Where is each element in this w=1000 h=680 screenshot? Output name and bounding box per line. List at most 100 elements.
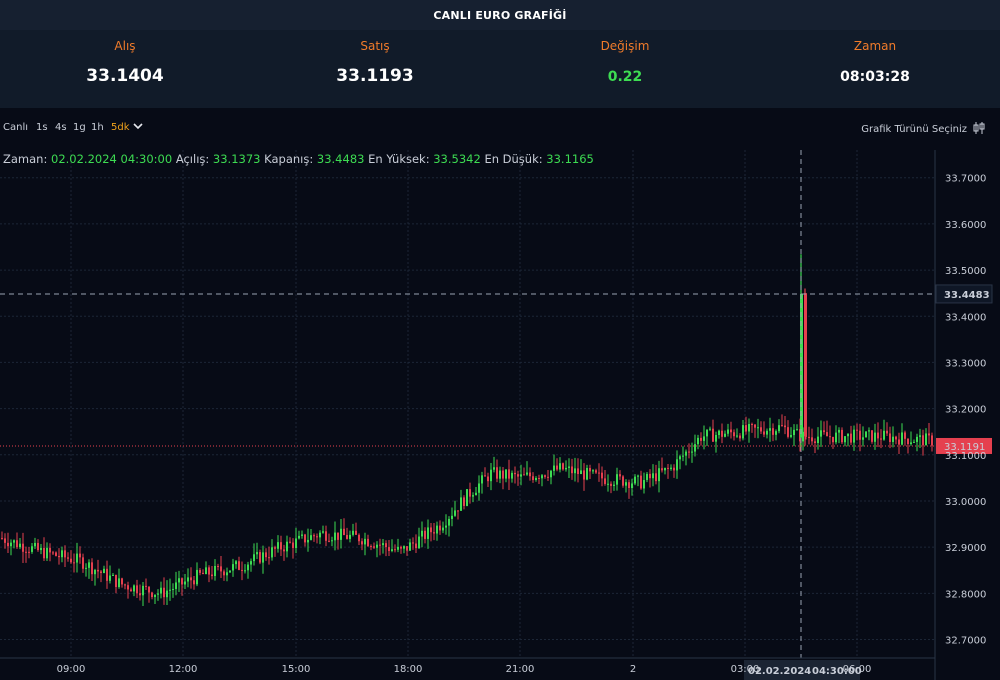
candle-body [658, 468, 660, 482]
candle-body [772, 428, 774, 435]
candle-body [238, 561, 240, 570]
candle-body [463, 497, 465, 506]
candle-body [319, 532, 321, 538]
candle-body [829, 436, 831, 438]
candle-body [514, 472, 516, 475]
candle-body [169, 589, 171, 591]
timeframe-4s[interactable]: 4s [55, 122, 67, 133]
y-tick-label: 33.6000 [945, 220, 986, 231]
candle-body [814, 441, 816, 444]
candle-body [532, 476, 534, 480]
candle-body [157, 593, 159, 595]
candle-body [694, 444, 696, 452]
candle-body [886, 430, 888, 434]
candle-body [103, 568, 105, 573]
candle-body [49, 547, 51, 553]
chart-toolbar: Canlı 1s 4s 1g 1h 5dk Grafik Türünü Seçi… [0, 118, 1000, 140]
candle-body [85, 567, 87, 569]
x-tick-label: 2 [630, 664, 636, 675]
timeframe-live[interactable]: Canlı [3, 122, 28, 133]
candle-body [604, 478, 606, 484]
candle-body [529, 472, 531, 477]
candle-body [349, 534, 351, 539]
candle-body [715, 435, 717, 442]
quote-ask: Satış 33.1193 [250, 30, 500, 108]
candle-body [64, 550, 66, 558]
candle-body [184, 581, 186, 585]
timeframe-5dk[interactable]: 5dk [111, 122, 130, 133]
candle-body [385, 543, 387, 548]
timeframe-1g[interactable]: 1g [73, 122, 86, 133]
candle-body [826, 432, 828, 437]
candle-body [823, 430, 825, 433]
candle-body [856, 429, 858, 431]
candle-body [403, 546, 405, 549]
candle-body [271, 547, 273, 558]
candle-body [7, 542, 9, 547]
bid-value: 33.1404 [86, 66, 164, 86]
candle-body [190, 577, 192, 581]
candle-body [118, 578, 120, 588]
candle-body [241, 569, 243, 571]
candle-body [607, 483, 609, 485]
candle-body [91, 562, 93, 575]
price-chart[interactable]: 33.448333.119102.02.2024 04:30:00 33.7000… [0, 150, 1000, 680]
candle-body [418, 536, 420, 549]
candle-body [220, 566, 222, 572]
candle-body [199, 569, 201, 573]
x-tick-label: 09:00 [57, 664, 86, 675]
candle-body [286, 541, 288, 552]
y-tick-label: 33.2000 [945, 405, 986, 416]
candle-body [289, 541, 291, 543]
candle-body [187, 577, 189, 582]
candle-body [163, 587, 165, 598]
candle-body [682, 455, 684, 457]
candle-body [145, 585, 147, 587]
candle-body [586, 467, 588, 480]
candle-body [31, 546, 33, 552]
candle-body [280, 542, 282, 550]
candle-body [262, 552, 264, 563]
candle-body [346, 534, 348, 539]
candle-body [919, 435, 921, 437]
candle-body [841, 429, 843, 443]
candle-body [871, 430, 873, 442]
timeframe-1s[interactable]: 1s [36, 122, 48, 133]
candle-body [127, 585, 129, 590]
timeframe-1h[interactable]: 1h [91, 122, 104, 133]
time-value: 08:03:28 [840, 69, 910, 85]
y-tick-label: 33.4000 [945, 312, 986, 323]
candle-body [787, 427, 789, 437]
candle-body [901, 432, 903, 445]
candle-body [862, 437, 864, 440]
chart-type-selector[interactable]: Grafik Türünü Seçiniz [861, 121, 986, 138]
candle-body [472, 495, 474, 497]
candle-body [466, 489, 468, 506]
candle-body [445, 525, 447, 528]
y-tick-label: 33.3000 [945, 358, 986, 369]
candle-body [712, 428, 714, 442]
candle-body [106, 568, 108, 581]
candle-body [859, 430, 861, 440]
candle-body [268, 557, 270, 559]
candle-body [112, 574, 114, 576]
candle-body [406, 546, 408, 551]
candle-body [10, 542, 12, 547]
candle-body [202, 572, 204, 575]
candle-body [337, 532, 339, 540]
bid-label: Alış [114, 39, 136, 53]
candle-body [505, 469, 507, 479]
candle-body [724, 433, 726, 437]
candle-body [265, 552, 267, 558]
candle-body [904, 432, 906, 439]
candle-body [646, 473, 648, 481]
candle-body [520, 474, 522, 477]
candle-body [892, 436, 894, 442]
ohlc-open-label: Açılış: [175, 152, 210, 166]
candle-body [448, 518, 450, 526]
candle-body [409, 542, 411, 551]
candle-body [637, 475, 639, 477]
quote-panel: Alış 33.1404 Satış 33.1193 Değişim 0.22 … [0, 30, 1000, 108]
chevron-down-icon[interactable] [133, 121, 143, 134]
time-label: Zaman [853, 39, 897, 53]
